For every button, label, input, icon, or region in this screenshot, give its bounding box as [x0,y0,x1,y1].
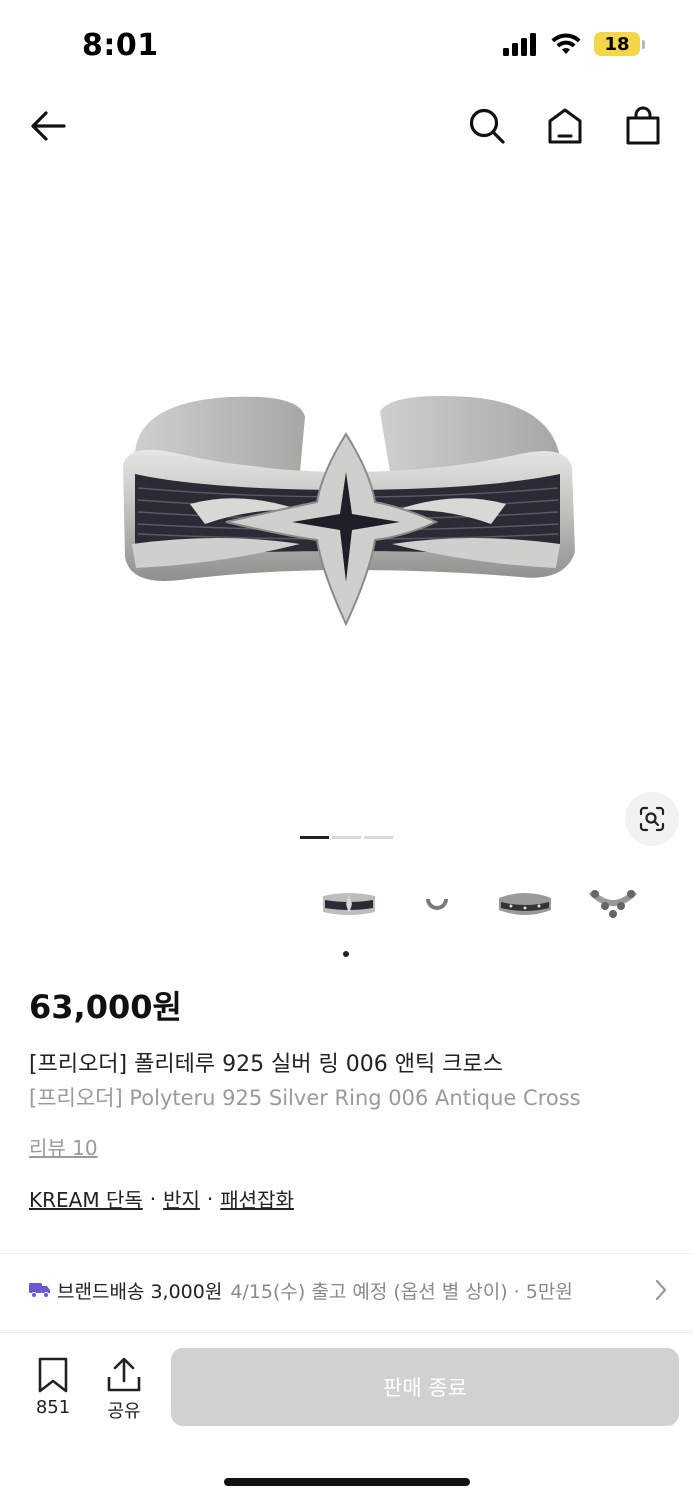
product-title-english: [프리오더] Polyteru 925 Silver Ring 006 Anti… [29,1086,581,1110]
sold-out-button[interactable]: 판매 종료 [171,1348,679,1426]
thumbnail-ring-cross[interactable] [312,872,386,936]
image-search-button[interactable] [625,792,679,846]
delivery-label: 브랜드배송 3,000원 [57,1280,223,1303]
pager-indicator-3 [364,836,393,839]
tag-separator: · [206,1186,214,1211]
cellular-signal-icon [503,33,536,56]
battery-icon: 18 [594,32,645,56]
tag-kream-exclusive[interactable]: KREAM 단독 [29,1184,143,1213]
status-icons: 18 [502,32,645,56]
home-indicator[interactable] [224,1478,470,1486]
delivery-detail: 4/15(수) 출고 예정 (옵션 별 상이) · 5만원 [230,1280,573,1303]
shopping-bag-icon [626,106,660,145]
tag-ring[interactable]: 반지 [163,1184,200,1213]
product-image[interactable] [0,172,693,852]
review-link[interactable]: 리뷰 10 [29,1132,98,1161]
thumbnail-ring-ornate[interactable] [576,872,650,936]
product-title-korean: [프리오더] 폴리테루 925 실버 링 006 앤틱 크로스 [29,1052,503,1077]
thumbnail-image [323,893,375,915]
silver-ring-image [123,396,575,627]
shopping-bag-button[interactable] [617,100,669,152]
share-button[interactable]: 공유 [96,1357,152,1423]
share-label: 공유 [107,1401,141,1422]
product-tags: KREAM 단독 · 반지 · 패션잡화 [29,1184,294,1213]
tag-separator: · [149,1186,157,1211]
thumbnail-image [588,889,638,918]
camera-scan-icon [639,806,665,832]
status-bar: 8:01 18 [0,0,693,92]
thumbnail-image [671,882,693,926]
bookmark-icon [38,1357,68,1393]
thumbnail-ring-small[interactable] [400,872,474,936]
wifi-icon [551,33,581,54]
thumbnail-strip [312,872,693,936]
product-price: 63,000원 [29,988,182,1026]
search-icon [469,108,505,144]
thumbnail-image [426,898,448,910]
status-time: 8:01 [82,28,159,63]
thumbnail-ring-partial[interactable] [664,872,693,936]
search-button[interactable] [461,100,513,152]
bottom-action-bar: 851 공유 판매 종료 [0,1332,693,1500]
divider [0,1330,693,1331]
wish-count: 851 [35,1397,71,1418]
thumbnail-ring-band[interactable] [488,872,562,936]
top-nav-bar [0,92,693,162]
back-arrow-icon [31,111,66,141]
chevron-right-icon [647,1278,669,1307]
pager-indicator-2 [332,836,361,839]
share-icon [107,1357,141,1392]
tag-fashion-goods[interactable]: 패션잡화 [220,1184,294,1213]
thumbnail-image [499,893,551,915]
back-button[interactable] [22,100,74,152]
thumbnail-scroll-dot [343,951,349,957]
pager-indicator-1 [300,836,329,839]
delivery-info-row[interactable]: 브랜드배송 3,000원 4/15(수) 출고 예정 (옵션 별 상이) · 5… [29,1268,669,1312]
battery-level: 18 [594,32,640,56]
wishlist-button[interactable]: 851 [25,1357,81,1418]
home-button[interactable] [539,100,591,152]
home-icon [548,108,582,144]
divider [0,1253,693,1254]
truck-icon [29,1283,50,1298]
